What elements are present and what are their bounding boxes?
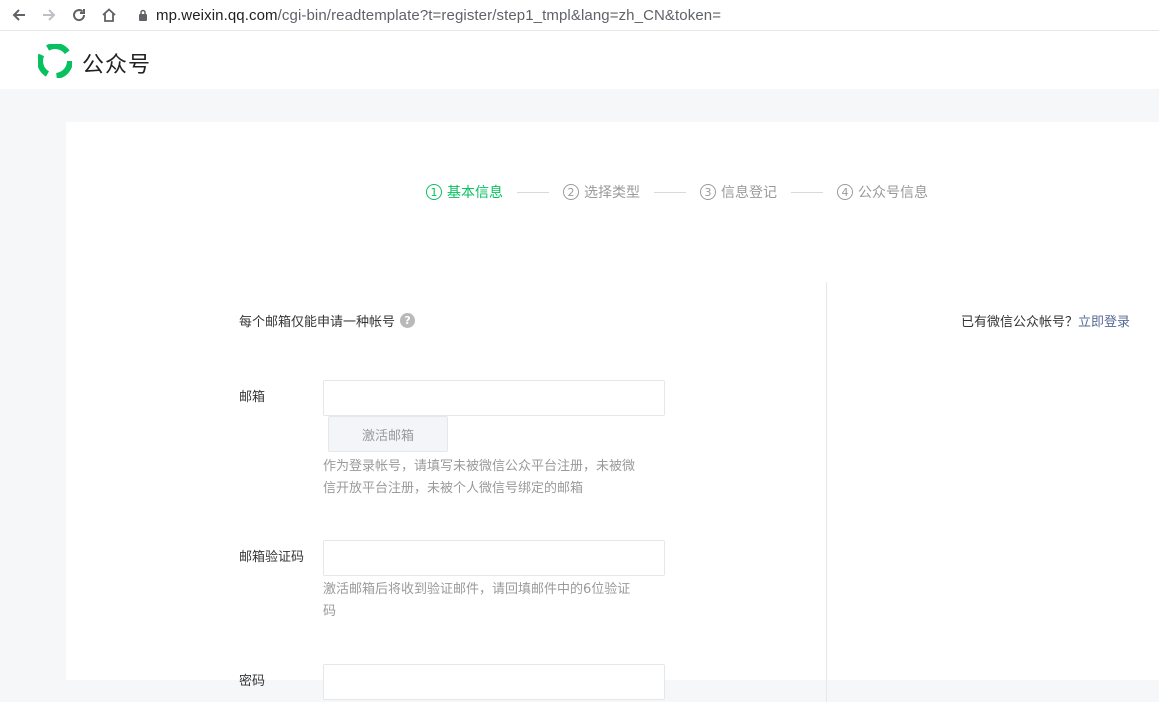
password-input[interactable] — [323, 664, 665, 700]
back-button[interactable] — [4, 0, 34, 30]
step-number: 3 — [700, 184, 716, 200]
brand-name[interactable]: 公众号 — [82, 47, 151, 79]
activate-email-button[interactable]: 激活邮箱 — [328, 416, 448, 452]
step-divider — [654, 191, 686, 193]
home-button[interactable] — [94, 0, 124, 30]
arrow-left-icon — [12, 9, 25, 21]
login-hint-text: 已有微信公众帐号？ — [960, 315, 1078, 330]
step-2: 2 选择类型 — [563, 182, 640, 202]
step-1: 1 基本信息 — [426, 182, 503, 202]
step-indicator: 1 基本信息 2 选择类型 3 信息登记 4 公众号信息 — [426, 182, 928, 202]
wechat-mp-logo-icon[interactable] — [38, 44, 72, 78]
step-number: 1 — [426, 184, 442, 200]
lock-icon[interactable] — [138, 9, 148, 21]
step-label: 信息登记 — [721, 185, 777, 201]
step-3: 3 信息登记 — [700, 182, 777, 202]
url-host: mp.weixin.qq.com — [156, 6, 278, 24]
help-icon[interactable]: ? — [400, 313, 416, 328]
step-label: 选择类型 — [584, 185, 640, 201]
home-icon — [102, 8, 116, 22]
account-notice: 每个邮箱仅能申请一种帐号 ? — [239, 311, 416, 330]
arrow-right-icon — [43, 9, 56, 21]
step-divider — [517, 191, 549, 193]
login-hint: 已有微信公众帐号？立即登录 — [961, 311, 1130, 330]
step-number: 2 — [563, 184, 579, 200]
browser-toolbar: mp.weixin.qq.com/cgi-bin/readtemplate?t=… — [0, 0, 1159, 30]
column-divider — [826, 282, 827, 702]
reload-button[interactable] — [64, 0, 94, 30]
step-4: 4 公众号信息 — [837, 182, 928, 202]
notice-text: 每个邮箱仅能申请一种帐号 — [239, 315, 396, 330]
step-label: 基本信息 — [447, 185, 503, 201]
email-input[interactable] — [323, 380, 665, 416]
address-bar[interactable]: mp.weixin.qq.com/cgi-bin/readtemplate?t=… — [156, 7, 721, 24]
step-label: 公众号信息 — [858, 185, 928, 201]
step-number: 4 — [837, 184, 853, 200]
register-card: 1 基本信息 2 选择类型 3 信息登记 4 公众号信息 每个邮箱仅能申请一种帐… — [66, 122, 1159, 702]
email-code-hint: 激活邮箱后将收到验证邮件，请回填邮件中的6位验证码 — [323, 582, 631, 619]
url-path: /cgi-bin/readtemplate?t=register/step1_t… — [277, 6, 722, 24]
email-code-label: 邮箱验证码 — [239, 550, 305, 565]
login-link[interactable]: 立即登录 — [1078, 315, 1130, 330]
site-header: 公众号 — [0, 30, 1159, 89]
step-divider — [791, 191, 823, 193]
email-code-input[interactable] — [323, 540, 665, 576]
email-label: 邮箱 — [239, 390, 266, 405]
email-hint: 作为登录帐号，请填写未被微信公众平台注册，未被微信开放平台注册，未被个人微信号绑… — [323, 459, 636, 496]
forward-button[interactable] — [34, 0, 64, 30]
reload-icon — [73, 9, 86, 22]
